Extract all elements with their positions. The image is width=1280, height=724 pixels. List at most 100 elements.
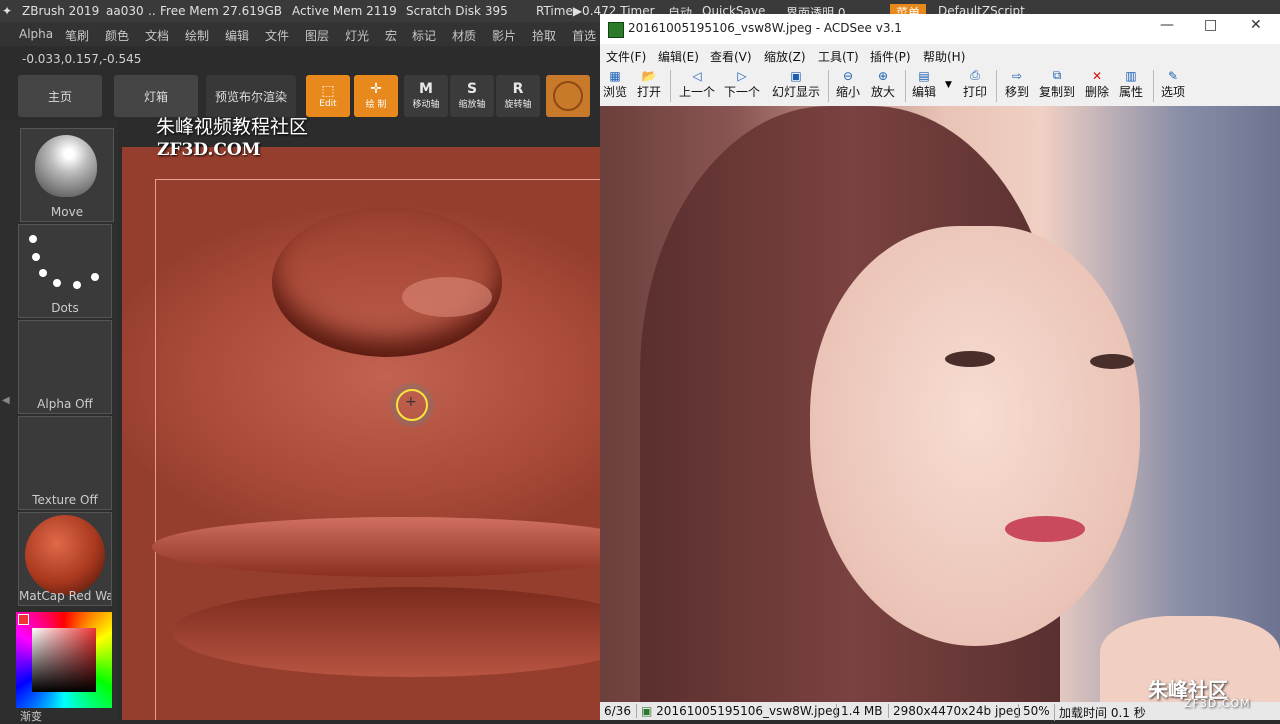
close-icon[interactable]: ✕ [1250, 17, 1262, 33]
matcap-sphere-icon [25, 515, 105, 595]
options-label: 选项 [1161, 85, 1186, 99]
file-name-status: ▣ 20161005195106_vsw8W.jpeg [636, 704, 840, 718]
zbrush-left-shelf: Move Dots Alpha Off Texture Off MatCap R… [0, 120, 118, 723]
zoom-in-icon: ⊕ [877, 68, 889, 83]
texture-slot[interactable]: Texture Off [18, 416, 112, 510]
print-label: 打印 [963, 85, 988, 99]
menu-layer[interactable]: 图层 [305, 27, 329, 44]
menu-edit[interactable]: 编辑 [225, 27, 249, 44]
acdsee-title-bar: 20161005195106_vsw8W.jpeg - ACDSee v3.1 … [600, 14, 1280, 45]
image-dimensions: 2980x4470x24b jpeg [888, 704, 1021, 718]
open-label: 打开 [637, 85, 662, 99]
file-name-text: 20161005195106_vsw8W.jpeg [656, 704, 841, 718]
edit-mode-button[interactable]: ⬚ Edit [306, 75, 350, 117]
move-brush-icon [35, 135, 97, 197]
options-icon: ✎ [1167, 68, 1179, 83]
menu-document[interactable]: 文档 [145, 27, 169, 44]
menu-macro[interactable]: 宏 [385, 27, 397, 44]
draw-mode-button[interactable]: ✛ 绘 制 [354, 75, 398, 117]
brush-name: Move [50, 205, 84, 219]
open-folder-icon: 📂 [641, 68, 657, 83]
menu-picker[interactable]: 拾取 [532, 27, 556, 44]
material-slot[interactable]: MatCap Red Wax [18, 512, 112, 606]
copy-to-button[interactable]: ⧉ 复制到 [1039, 68, 1075, 100]
menu-marker[interactable]: 标记 [412, 27, 436, 44]
delete-label: 删除 [1085, 85, 1110, 99]
move-icon: M [419, 81, 433, 97]
polyframe-button[interactable] [546, 75, 590, 117]
menu-light[interactable]: 灯光 [345, 27, 369, 44]
acd-menu-edit[interactable]: 编辑(E) [658, 48, 699, 65]
alpha-slot[interactable]: Alpha Off [18, 320, 112, 414]
free-mem: Free Mem 27.619GB [160, 4, 283, 18]
stroke-slot[interactable]: Dots [18, 224, 112, 318]
properties-button[interactable]: ▥ 属性 [1119, 68, 1143, 100]
delete-button[interactable]: ✕ 删除 [1085, 68, 1109, 100]
zbrush-canvas[interactable]: + [122, 147, 600, 720]
acd-menu-zoom[interactable]: 缩放(Z) [764, 48, 806, 65]
browse-icon: ▦ [609, 68, 621, 83]
material-name: MatCap Red Wax [19, 589, 111, 603]
zbrush-menu-bar: Alpha 笔刷 颜色 文档 绘制 编辑 文件 图层 灯光 宏 标记 材质 影片… [0, 22, 600, 46]
rotate-gizmo-button[interactable]: R 旋转轴 [496, 75, 540, 117]
rotate-label: 旋转轴 [504, 100, 532, 110]
cursor-coordinates: -0.033,0.157,-0.545 [22, 52, 142, 66]
image-viewer[interactable] [600, 106, 1280, 702]
color-saturation-square[interactable] [32, 628, 96, 692]
edit-image-button[interactable]: ▤ 编辑 [912, 68, 936, 100]
next-label: 下一个 [724, 85, 761, 99]
previous-button[interactable]: ◁ 上一个 [679, 68, 715, 100]
bpr-preview-button[interactable]: 预览布尔渲染 [206, 75, 296, 117]
minimize-icon[interactable]: — [1160, 17, 1174, 33]
open-button[interactable]: 📂 打开 [637, 68, 661, 100]
zoom-in-button[interactable]: ⊕ 放大 [871, 68, 895, 100]
toolbar-separator [996, 70, 997, 102]
delete-x-icon: ✕ [1091, 68, 1103, 83]
acdsee-menu-bar: 文件(F) 编辑(E) 查看(V) 缩放(Z) 工具(T) 插件(P) 帮助(H… [600, 44, 1280, 66]
menu-color[interactable]: 颜色 [105, 27, 129, 44]
zoom-out-button[interactable]: ⊖ 缩小 [836, 68, 860, 100]
acd-menu-plugins[interactable]: 插件(P) [870, 48, 911, 65]
menu-alpha[interactable]: Alpha [19, 27, 53, 41]
next-button[interactable]: ▷ 下一个 [724, 68, 760, 100]
menu-movie[interactable]: 影片 [492, 27, 516, 44]
slideshow-button[interactable]: ▣ 幻灯显示 [772, 68, 820, 100]
acd-menu-tools[interactable]: 工具(T) [818, 48, 859, 65]
watermark-url: ZF3D.COM [157, 140, 261, 160]
project-name: aa030 [106, 4, 144, 18]
zoom-in-label: 放大 [871, 85, 896, 99]
move-to-button[interactable]: ⇨ 移到 [1005, 68, 1029, 100]
color-picker[interactable] [16, 612, 112, 708]
alpha-name: Alpha Off [37, 397, 93, 411]
toolbar-separator [905, 70, 906, 102]
menu-brush[interactable]: 笔刷 [65, 27, 89, 44]
options-button[interactable]: ✎ 选项 [1161, 68, 1185, 100]
scale-gizmo-button[interactable]: S 缩放轴 [450, 75, 494, 117]
move-gizmo-button[interactable]: M 移动轴 [404, 75, 448, 117]
menu-preferences[interactable]: 首选 [572, 27, 596, 44]
lightbox-button[interactable]: 灯箱 [114, 75, 198, 117]
primary-color-swatch[interactable] [18, 614, 29, 625]
brush-slot[interactable]: Move [20, 128, 114, 222]
edit-icon: ⬚ [321, 82, 335, 99]
browse-button[interactable]: ▦ 浏览 [603, 68, 627, 100]
maximize-icon[interactable]: □ [1204, 17, 1217, 33]
menu-draw[interactable]: 绘制 [185, 27, 209, 44]
acdsee-toolbar: ▦ 浏览 📂 打开 ◁ 上一个 ▷ 下一个 ▣ 幻灯显示 ⊖ 缩小 ⊕ 放大 ▤ 编辑 ▼ ⎙ 打… [600, 66, 1280, 107]
watermark-chinese: 朱峰视频教程社区 [156, 116, 309, 138]
home-button[interactable]: 主页 [18, 75, 102, 117]
stroke-name: Dots [51, 301, 79, 315]
acd-menu-view[interactable]: 查看(V) [710, 48, 752, 65]
acd-menu-help[interactable]: 帮助(H) [923, 48, 965, 65]
zbrush-app-title: ZBrush 2019 [22, 4, 100, 18]
menu-file[interactable]: 文件 [265, 27, 289, 44]
slideshow-label: 幻灯显示 [772, 85, 821, 99]
edit-label: Edit [319, 98, 337, 109]
menu-material[interactable]: 材质 [452, 27, 476, 44]
print-button[interactable]: ⎙ 打印 [963, 68, 987, 100]
tray-toggle[interactable]: ◀ [2, 395, 10, 415]
move-to-icon: ⇨ [1011, 68, 1023, 83]
acd-menu-file[interactable]: 文件(F) [606, 48, 646, 65]
edit-dropdown-icon[interactable]: ▼ [945, 80, 952, 90]
next-icon: ▷ [737, 68, 747, 83]
